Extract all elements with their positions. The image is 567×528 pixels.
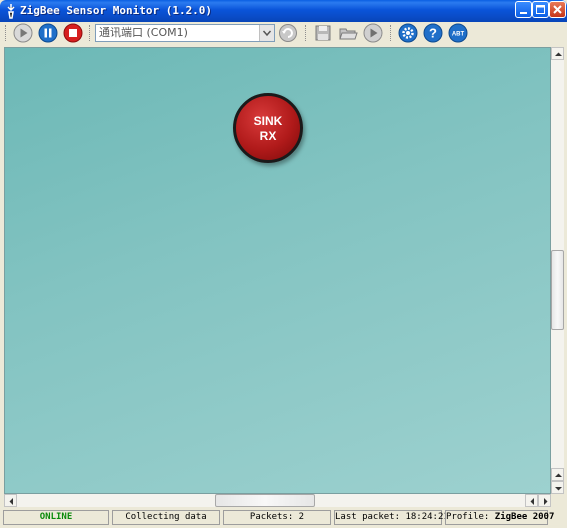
stop-icon <box>63 23 83 43</box>
toolbar-separator <box>390 25 393 41</box>
settings-button[interactable] <box>398 23 418 43</box>
vertical-scroll-thumb[interactable] <box>551 250 564 330</box>
run-button[interactable] <box>363 23 383 43</box>
save-button[interactable] <box>313 23 333 43</box>
toolbar: 通讯端口 (COM1) ? ABT <box>3 22 564 44</box>
network-canvas[interactable]: SINK RX <box>4 47 551 494</box>
start-button[interactable] <box>13 23 33 43</box>
sink-node[interactable]: SINK RX <box>233 93 303 163</box>
maximize-icon <box>536 5 545 14</box>
open-button[interactable] <box>338 23 358 43</box>
about-button[interactable]: ABT <box>448 23 468 43</box>
status-last-packet: Last packet: 18:24:21 <box>334 510 449 525</box>
minimize-button[interactable] <box>515 1 532 18</box>
status-activity: Collecting data <box>112 510 220 525</box>
status-profile-value: ZigBee 2007 <box>494 512 555 522</box>
arrow-down-icon <box>555 487 562 491</box>
status-profile: Profile: ZigBee 2007 <box>445 510 554 525</box>
horizontal-scroll-thumb[interactable] <box>215 494 315 507</box>
vertical-scrollbar[interactable] <box>551 47 564 494</box>
arrow-right-icon <box>544 498 548 505</box>
toolbar-grip <box>5 25 8 41</box>
pause-icon <box>38 23 58 43</box>
help-icon: ? <box>423 23 443 43</box>
app-icon <box>5 3 17 19</box>
refresh-ports-button[interactable] <box>278 23 298 43</box>
toolbar-separator <box>89 25 92 41</box>
sink-node-label-line1: SINK <box>253 114 283 128</box>
arrow-left-icon <box>9 498 13 505</box>
svg-text:ABT: ABT <box>452 32 465 38</box>
maximize-button[interactable] <box>532 1 549 18</box>
port-select-value: 通讯端口 (COM1) <box>99 26 188 39</box>
scroll-up-button[interactable] <box>551 47 564 60</box>
about-icon: ABT <box>448 23 468 43</box>
port-select-dropdown-button[interactable] <box>259 25 274 41</box>
pause-button[interactable] <box>38 23 58 43</box>
scroll-left-button-right[interactable] <box>525 494 538 507</box>
refresh-icon <box>279 24 297 42</box>
minimize-icon <box>520 12 527 14</box>
open-folder-icon <box>339 28 358 40</box>
toolbar-separator <box>305 25 308 41</box>
horizontal-scrollbar[interactable] <box>4 494 551 507</box>
close-button[interactable] <box>549 1 566 18</box>
close-icon <box>553 5 562 14</box>
settings-gear-icon <box>398 23 418 43</box>
scroll-up-button-lower[interactable] <box>551 468 564 481</box>
sink-node-label-line2: RX <box>259 129 277 143</box>
status-profile-label: Profile: <box>446 512 490 522</box>
scroll-right-button[interactable] <box>538 494 551 507</box>
chevron-down-icon <box>262 30 272 37</box>
scroll-down-button[interactable] <box>551 481 564 494</box>
help-button[interactable]: ? <box>423 23 443 43</box>
status-bar: ONLINE Collecting data Packets: 2 Last p… <box>0 508 567 528</box>
save-icon <box>315 25 331 41</box>
window-title: ZigBee Sensor Monitor (1.2.0) <box>20 4 213 17</box>
title-bar[interactable]: ZigBee Sensor Monitor (1.2.0) <box>0 0 567 22</box>
run-icon <box>363 23 383 43</box>
play-icon <box>13 23 33 43</box>
status-packets: Packets: 2 <box>223 510 331 525</box>
status-online: ONLINE <box>3 510 109 525</box>
port-select[interactable]: 通讯端口 (COM1) <box>95 24 275 42</box>
scroll-left-button[interactable] <box>4 494 17 507</box>
stop-button[interactable] <box>63 23 83 43</box>
svg-text:?: ? <box>429 26 437 41</box>
arrow-up-icon <box>555 52 562 56</box>
